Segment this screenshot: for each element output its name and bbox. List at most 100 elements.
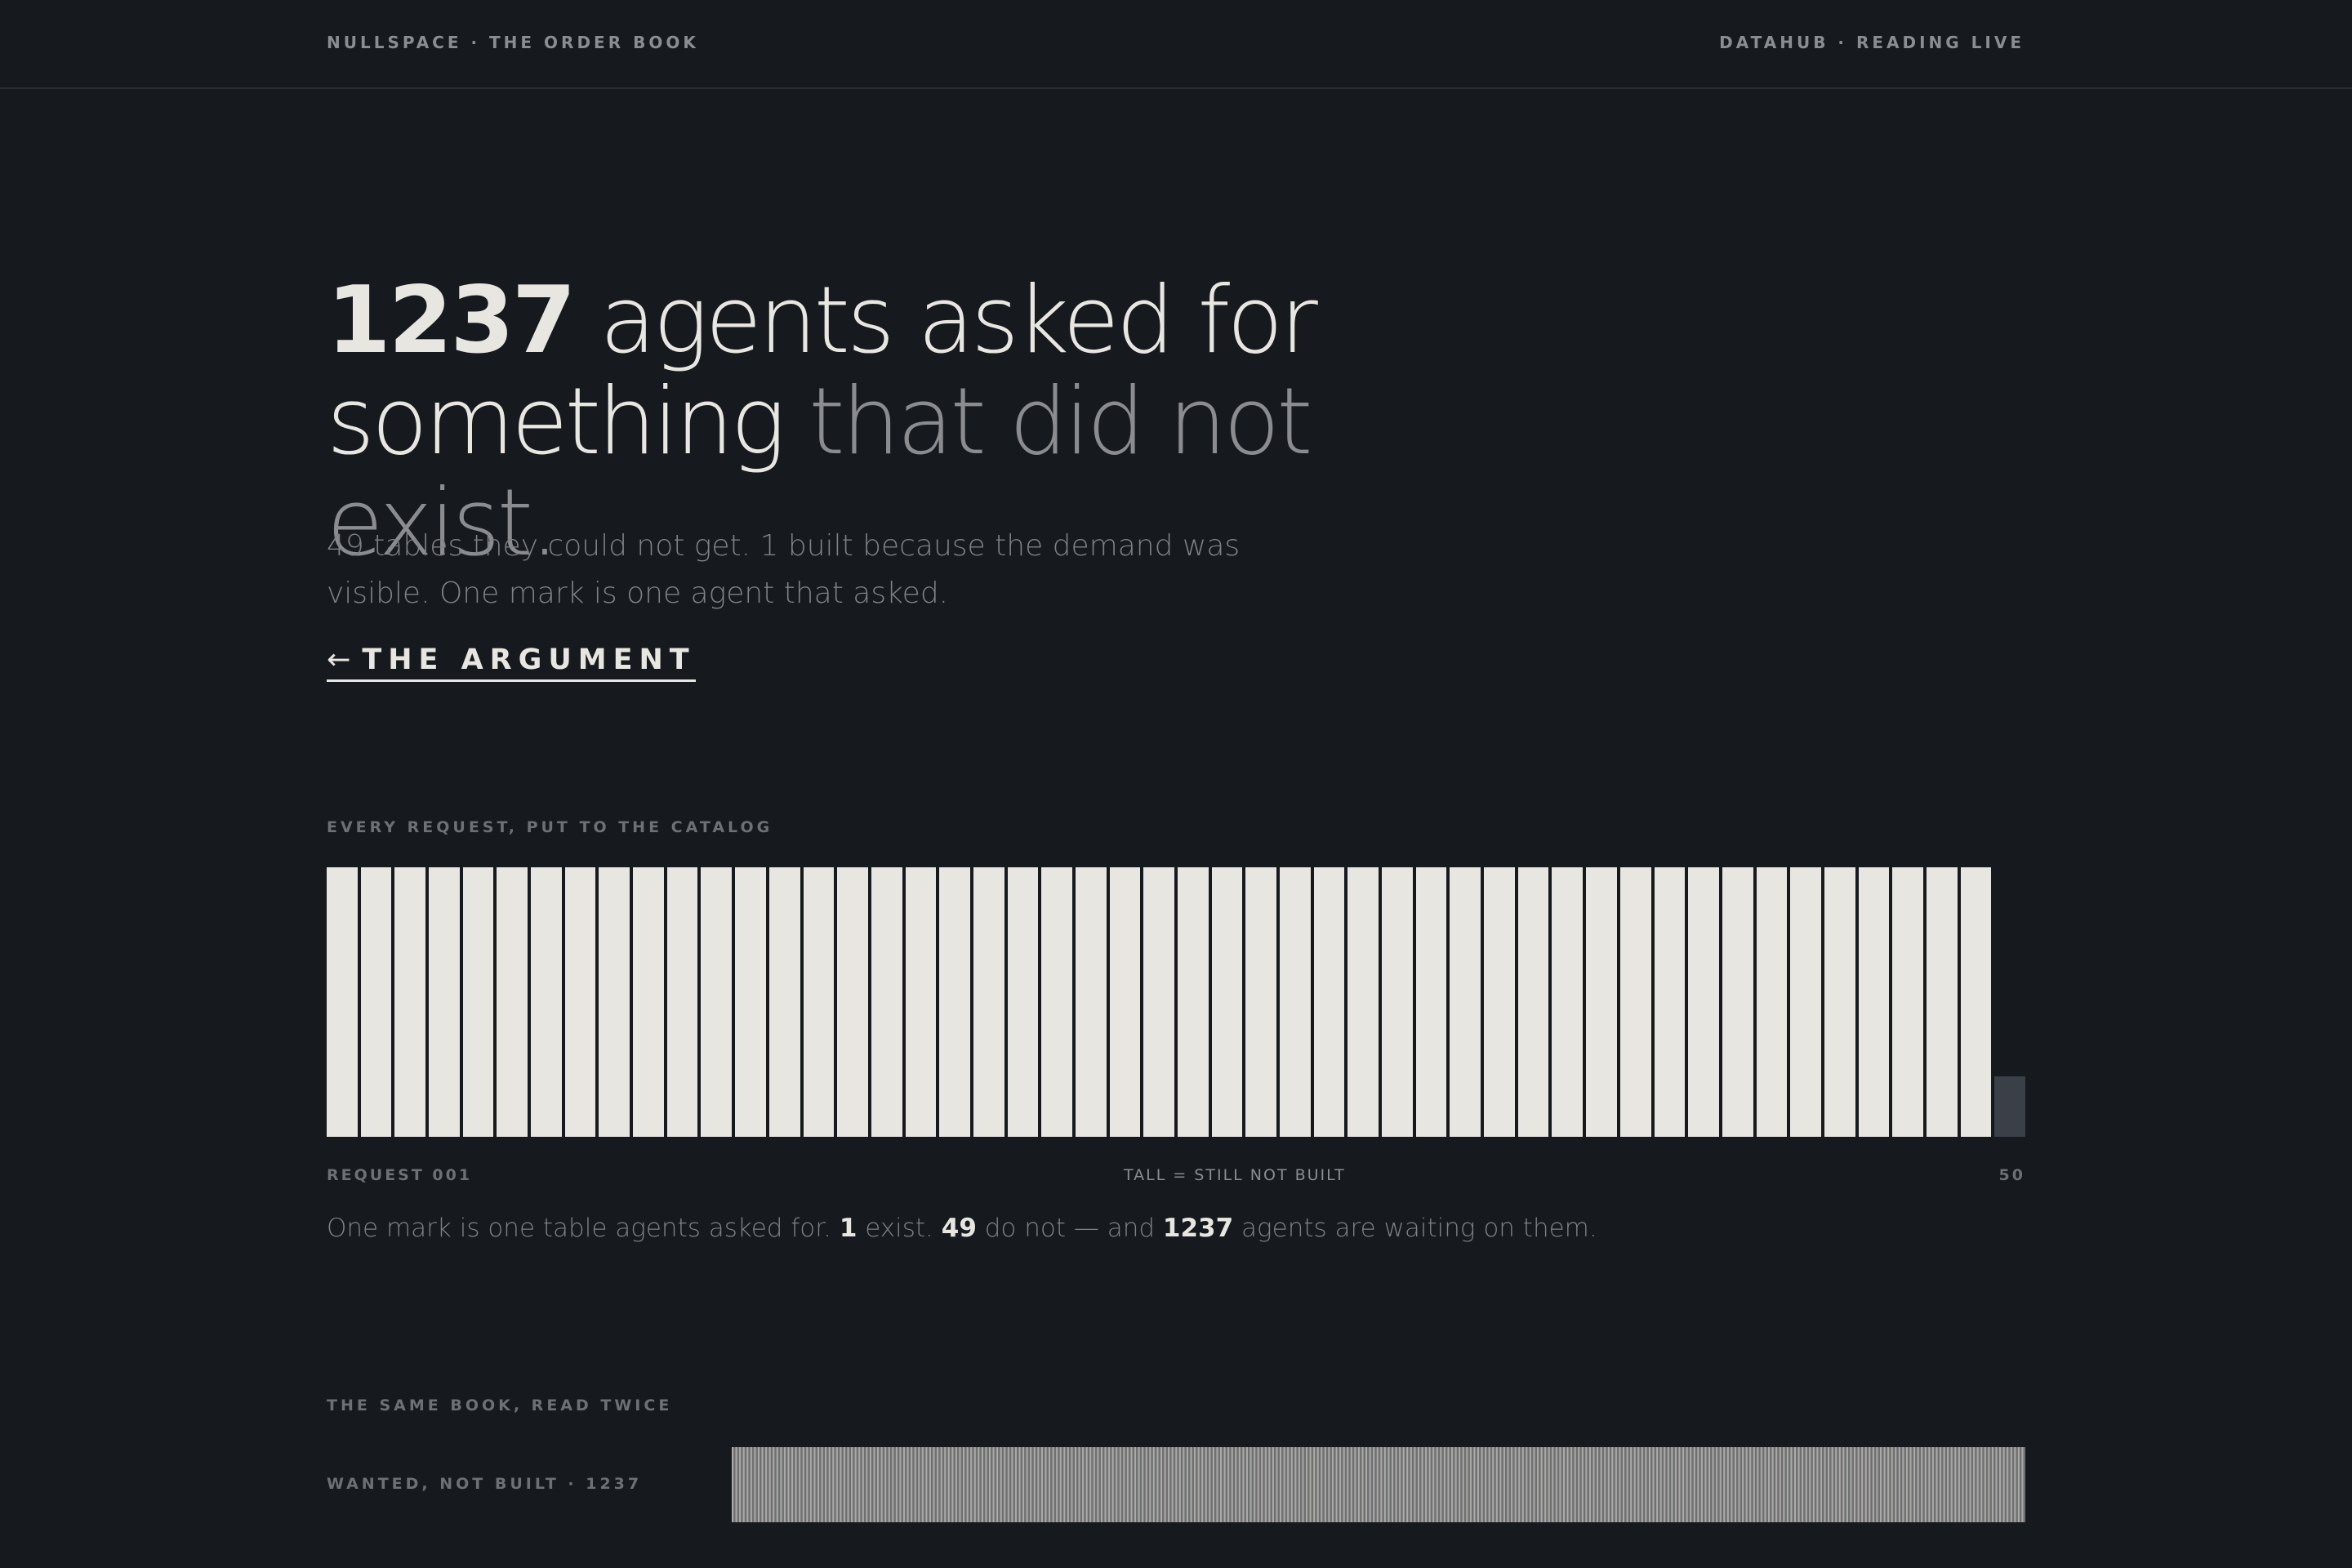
agent-mark [1561, 1447, 1563, 1522]
agent-mark [2015, 1447, 2016, 1522]
agent-mark [1546, 1447, 1548, 1522]
agent-mark [738, 1447, 740, 1522]
agent-mark [1960, 1447, 1962, 1522]
agent-mark [1483, 1447, 1485, 1522]
agent-mark [2009, 1447, 2011, 1522]
agent-mark [774, 1447, 776, 1522]
agent-mark [1510, 1447, 1512, 1522]
agent-mark [996, 1447, 997, 1522]
agent-mark [1949, 1447, 1951, 1522]
agent-mark [764, 1447, 766, 1522]
agent-mark [1934, 1447, 1936, 1522]
agent-mark [793, 1447, 795, 1522]
agent-mark [1573, 1447, 1575, 1522]
agent-mark [1166, 1447, 1168, 1522]
agent-mark [1751, 1447, 1753, 1522]
agent-mark [862, 1447, 863, 1522]
agent-mark [1170, 1447, 1172, 1522]
agent-mark [1901, 1447, 1903, 1522]
agent-mark [881, 1447, 882, 1522]
agent-mark [1095, 1447, 1097, 1522]
agent-mark [1389, 1447, 1391, 1522]
agent-mark [1128, 1447, 1129, 1522]
request-bar-not-built [973, 867, 1004, 1137]
back-to-argument-link[interactable]: ← THE ARGUMENT [327, 644, 696, 682]
agent-mark [1019, 1447, 1020, 1522]
agent-mark [1599, 1447, 1601, 1522]
agent-mark [1310, 1447, 1311, 1522]
agent-mark [907, 1447, 908, 1522]
agent-mark [964, 1447, 966, 1522]
agent-mark [1153, 1447, 1154, 1522]
agent-mark [1057, 1447, 1058, 1522]
agent-mark [1509, 1447, 1511, 1522]
agent-mark [1842, 1447, 1843, 1522]
agent-mark [1851, 1447, 1853, 1522]
agent-mark [1136, 1447, 1138, 1522]
agent-mark [805, 1447, 807, 1522]
agent-mark [1472, 1447, 1474, 1522]
agent-mark [850, 1447, 852, 1522]
agent-mark [1753, 1447, 1754, 1522]
agent-mark [1099, 1447, 1101, 1522]
agent-mark [1686, 1447, 1687, 1522]
agent-mark [1318, 1447, 1320, 1522]
agent-mark [1500, 1447, 1501, 1522]
agent-mark [1468, 1447, 1470, 1522]
agent-mark [1135, 1447, 1136, 1522]
agent-mark [1196, 1447, 1197, 1522]
agent-mark [1437, 1447, 1439, 1522]
agent-mark [1203, 1447, 1205, 1522]
agent-mark [1232, 1447, 1234, 1522]
agent-mark [1597, 1447, 1598, 1522]
agent-mark [924, 1447, 925, 1522]
agent-mark [1255, 1447, 1257, 1522]
agent-mark [2004, 1447, 2006, 1522]
agent-mark [911, 1447, 912, 1522]
agent-mark [1157, 1447, 1158, 1522]
request-bar-not-built [1313, 867, 1345, 1137]
agent-mark [935, 1447, 937, 1522]
agent-mark [1327, 1447, 1329, 1522]
agent-mark [1727, 1447, 1728, 1522]
agent-mark [770, 1447, 772, 1522]
agent-mark [1605, 1447, 1606, 1522]
agent-mark [1675, 1447, 1676, 1522]
agent-mark [789, 1447, 791, 1522]
agent-mark [804, 1447, 806, 1522]
agent-mark [1794, 1447, 1795, 1522]
agent-mark [1456, 1447, 1458, 1522]
caption-exist-text: exist. [857, 1214, 942, 1243]
agent-mark [1062, 1447, 1063, 1522]
agent-mark [1665, 1447, 1667, 1522]
agent-mark [1933, 1447, 1935, 1522]
agent-mark [1321, 1447, 1322, 1522]
agent-mark [1664, 1447, 1665, 1522]
agent-mark [1317, 1447, 1318, 1522]
agent-mark [1412, 1447, 1414, 1522]
agent-mark [1256, 1447, 1258, 1522]
agent-mark [1536, 1447, 1538, 1522]
agent-mark [1610, 1447, 1612, 1522]
agent-mark [876, 1447, 878, 1522]
agent-mark [831, 1447, 833, 1522]
agent-mark [890, 1447, 892, 1522]
agent-mark [864, 1447, 866, 1522]
agent-mark [875, 1447, 877, 1522]
agent-mark [1068, 1447, 1070, 1522]
agent-mark [1612, 1447, 1613, 1522]
agent-mark [2016, 1447, 2018, 1522]
agent-mark [1699, 1447, 1701, 1522]
agent-mark [2000, 1447, 2001, 1522]
agent-mark [2012, 1447, 2014, 1522]
agent-mark [760, 1447, 761, 1522]
agent-mark [1405, 1447, 1407, 1522]
agent-mark [1676, 1447, 1677, 1522]
agent-mark [1659, 1447, 1660, 1522]
agent-mark [2019, 1447, 2020, 1522]
agent-mark [743, 1447, 744, 1522]
agent-mark [1290, 1447, 1291, 1522]
agent-mark [1383, 1447, 1384, 1522]
agent-mark [1903, 1447, 1904, 1522]
agent-mark [1504, 1447, 1506, 1522]
